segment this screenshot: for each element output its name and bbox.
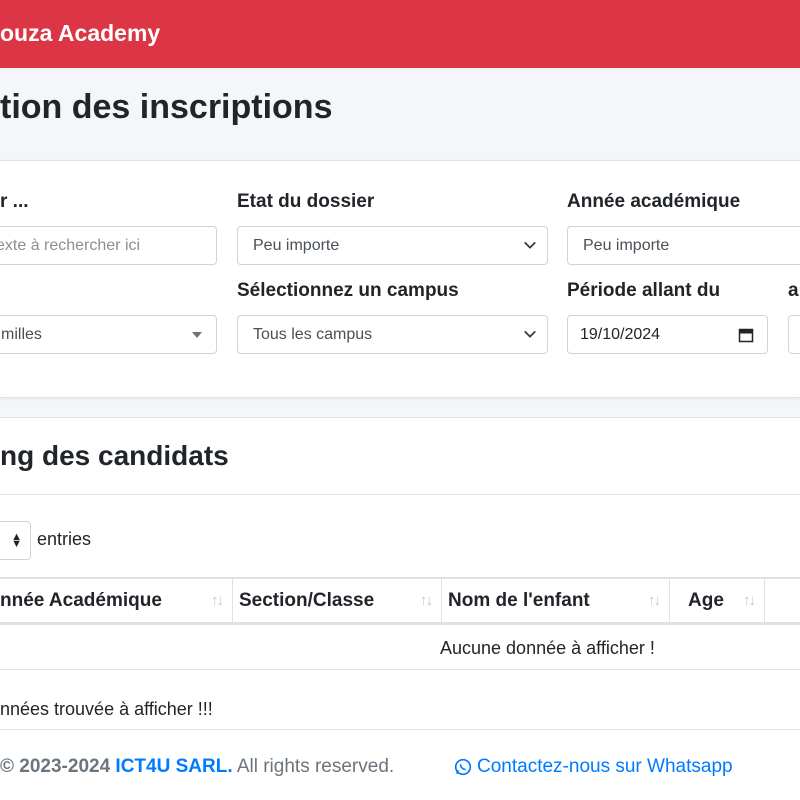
top-navbar: ouza Academy xyxy=(0,0,800,68)
rights-text: All rights reserved. xyxy=(232,756,395,777)
col-annee-academique[interactable]: nnée Académique ↑↓ xyxy=(0,579,233,622)
annee-select[interactable]: Peu importe xyxy=(567,226,800,265)
entries-label: entries xyxy=(37,529,92,549)
table-row: Aucune donnée à afficher ! xyxy=(0,625,800,670)
campus-select[interactable]: Tous les campus xyxy=(237,315,548,354)
caret-down-icon xyxy=(192,332,202,338)
calendar-icon[interactable] xyxy=(738,327,754,343)
divider xyxy=(0,494,800,495)
chevron-down-icon xyxy=(524,330,536,338)
sort-icon: ↑↓ xyxy=(743,592,756,609)
page-title: tion des inscriptions xyxy=(0,88,333,126)
annee-value: Peu importe xyxy=(583,236,670,254)
annee-label: Année académique xyxy=(567,191,741,212)
campus-value: Tous les campus xyxy=(253,325,373,343)
etat-label: Etat du dossier xyxy=(237,191,375,212)
table-info: nnées trouvée à afficher !!! xyxy=(0,699,213,719)
col-section-label: Section/Classe xyxy=(239,589,375,611)
chevron-down-icon xyxy=(524,241,536,249)
type-value: milles xyxy=(1,325,42,343)
sort-icon: ↑↓ xyxy=(420,592,433,609)
col-nom-enfant[interactable]: Nom de l'enfant ↑↓ xyxy=(442,579,670,622)
periode-to-input[interactable] xyxy=(788,315,800,354)
brand-name[interactable]: ouza Academy xyxy=(0,20,160,47)
etat-value: Peu importe xyxy=(253,236,340,254)
sort-icon: ↑↓ xyxy=(648,592,661,609)
copyright-years: © 2023-2024 xyxy=(0,756,116,777)
company-link[interactable]: ICT4U SARL. xyxy=(115,756,232,777)
periode-label: Période allant du xyxy=(567,280,721,301)
whatsapp-icon xyxy=(454,758,472,776)
search-label: r ... xyxy=(0,191,29,212)
periode-to-label: a xyxy=(788,280,799,301)
listing-panel: ng des candidats ▲ ▼ entries nnée Académi… xyxy=(0,417,800,730)
col-nom-label: Nom de l'enfant xyxy=(448,589,590,611)
search-placeholder: exte à rechercher ici xyxy=(0,236,141,254)
entries-length-select[interactable]: ▲ ▼ xyxy=(0,521,31,560)
whatsapp-contact-link[interactable]: Contactez-nous sur Whatsapp xyxy=(454,756,733,778)
periode-from-input[interactable]: 19/10/2024 xyxy=(567,315,768,354)
col-section-classe[interactable]: Section/Classe ↑↓ xyxy=(233,579,442,622)
whatsapp-label: Contactez-nous sur Whatsapp xyxy=(477,756,733,777)
empty-message: Aucune donnée à afficher ! xyxy=(440,638,655,658)
search-input[interactable]: exte à rechercher ici xyxy=(0,226,217,265)
filter-panel: r ... exte à rechercher ici Etat du doss… xyxy=(0,160,800,398)
etat-select[interactable]: Peu importe xyxy=(237,226,548,265)
campus-label: Sélectionnez un campus xyxy=(237,280,459,301)
footer: © 2023-2024 ICT4U SARL. All rights reser… xyxy=(0,730,800,800)
col-age-label: Age xyxy=(688,589,724,611)
table-header: nnée Académique ↑↓ Section/Classe ↑↓ Nom… xyxy=(0,577,800,625)
col-annee-label: nnée Académique xyxy=(0,589,162,611)
sort-icon: ↑↓ xyxy=(211,592,224,609)
copyright-text: © 2023-2024 ICT4U SARL. All rights reser… xyxy=(0,756,394,778)
periode-value: 19/10/2024 xyxy=(580,325,661,343)
col-age[interactable]: Age ↑↓ xyxy=(670,579,765,622)
sort-arrows-icon: ▲ ▼ xyxy=(11,531,22,550)
type-select[interactable]: milles xyxy=(0,315,217,354)
listing-title: ng des candidats xyxy=(0,440,229,471)
